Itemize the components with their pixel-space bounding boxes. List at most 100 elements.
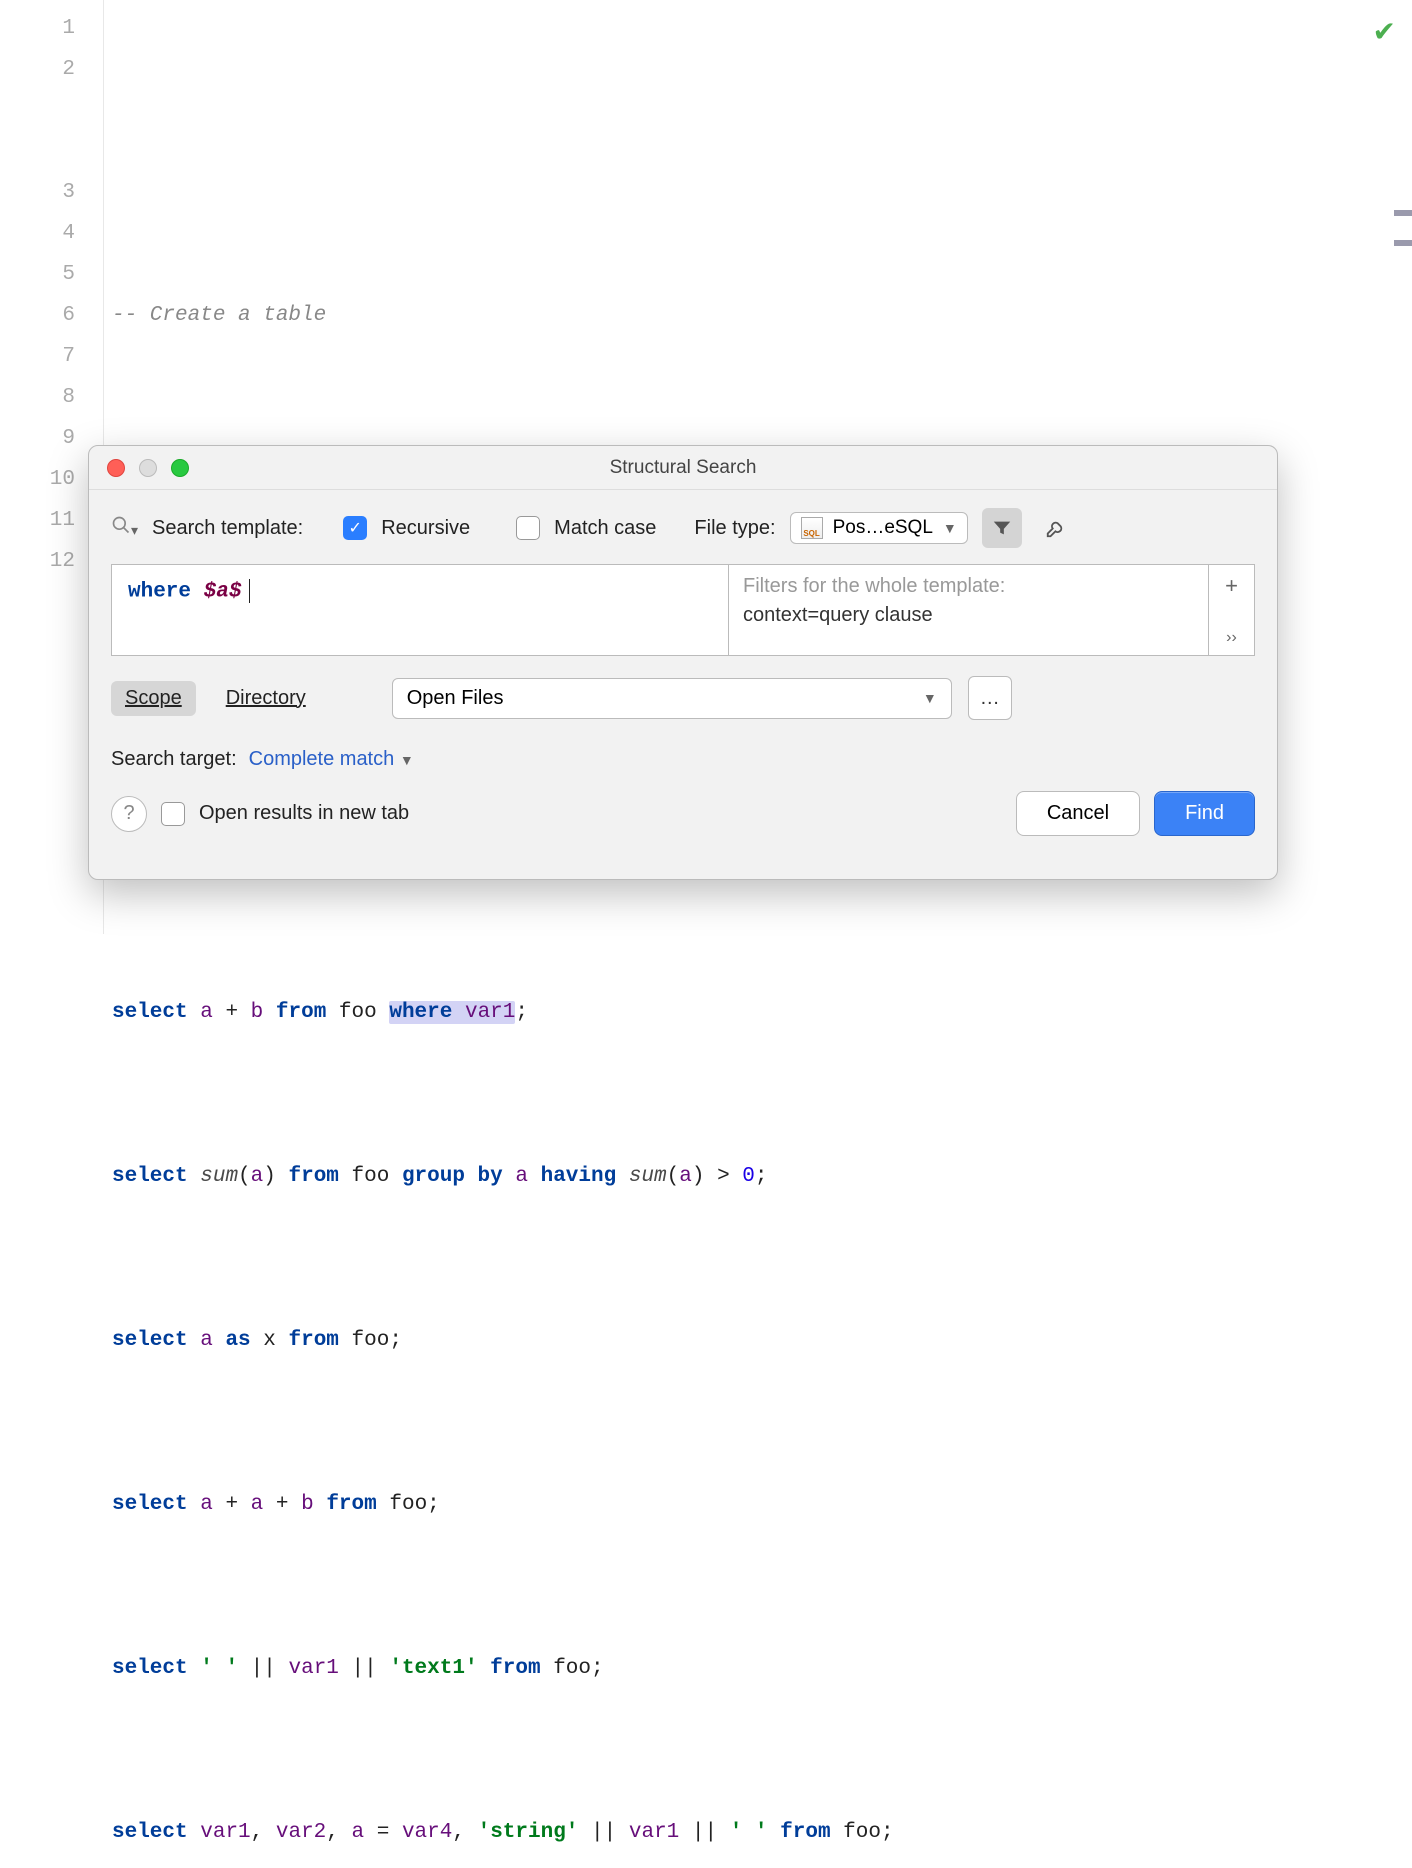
keyword: select xyxy=(112,1657,188,1680)
identifier: var1 xyxy=(465,1001,515,1024)
identifier: a xyxy=(251,1165,264,1188)
scope-dropdown[interactable]: Open Files ▼ xyxy=(392,678,952,719)
browse-button[interactable]: … xyxy=(968,676,1012,720)
keyword: from xyxy=(288,1165,338,1188)
identifier: var2 xyxy=(276,1821,326,1844)
identifier: x xyxy=(263,1329,276,1352)
file-type-label: File type: xyxy=(694,517,775,540)
file-type-dropdown[interactable]: SQL Pos…eSQL ▼ xyxy=(790,512,968,544)
cancel-button[interactable]: Cancel xyxy=(1016,791,1140,836)
keyword: select xyxy=(112,1001,188,1024)
recursive-label: Recursive xyxy=(381,517,470,540)
line-number xyxy=(0,90,103,172)
line-number: 5 xyxy=(0,254,103,295)
close-icon[interactable] xyxy=(107,459,125,477)
code-line[interactable]: select sum(a) from foo group by a having… xyxy=(112,1156,1404,1197)
code-line[interactable]: select a + b from foo where var1; xyxy=(112,992,1404,1033)
scope-tab[interactable]: Scope xyxy=(111,681,196,716)
identifier: foo xyxy=(843,1821,881,1844)
match-case-checkbox[interactable] xyxy=(516,516,540,540)
filter-value: context=query clause xyxy=(743,604,1194,627)
identifier: a xyxy=(352,1821,365,1844)
filter-panel[interactable]: Filters for the whole template: context=… xyxy=(729,564,1209,656)
identifier: var1 xyxy=(288,1657,338,1680)
code-line[interactable]: -- Create a table xyxy=(112,295,1404,336)
template-variable: $a$ xyxy=(204,581,242,604)
search-marker[interactable] xyxy=(1394,210,1412,216)
filter-side-buttons: + ›› xyxy=(1209,564,1255,656)
match-case-label: Match case xyxy=(554,517,656,540)
search-template-label: Search template: xyxy=(152,517,303,540)
number: 0 xyxy=(742,1165,755,1188)
template-input[interactable]: where $a$ xyxy=(111,564,729,656)
string: ' ' xyxy=(200,1657,238,1680)
new-tab-checkbox[interactable] xyxy=(161,802,185,826)
minimize-icon[interactable] xyxy=(139,459,157,477)
identifier: foo xyxy=(339,1001,377,1024)
keyword: from xyxy=(326,1493,376,1516)
keyword: from xyxy=(276,1001,326,1024)
identifier: foo xyxy=(352,1165,390,1188)
recursive-checkbox[interactable]: ✓ xyxy=(343,516,367,540)
expand-filter-button[interactable]: ›› xyxy=(1226,629,1237,647)
identifier: foo xyxy=(352,1329,390,1352)
chevron-down-icon: ▼ xyxy=(943,520,957,536)
string: 'text1' xyxy=(389,1657,477,1680)
keyword: select xyxy=(112,1821,188,1844)
line-number: 6 xyxy=(0,295,103,336)
tools-button[interactable] xyxy=(1036,508,1076,548)
filter-button[interactable] xyxy=(982,508,1022,548)
search-icon: ▾ xyxy=(111,515,138,541)
function: sum xyxy=(629,1165,667,1188)
string: 'string' xyxy=(478,1821,579,1844)
help-button[interactable]: ? xyxy=(111,796,147,832)
search-marker[interactable] xyxy=(1394,240,1412,246)
identifier: a xyxy=(251,1493,264,1516)
keyword: from xyxy=(289,1329,339,1352)
identifier: b xyxy=(301,1493,314,1516)
text-cursor xyxy=(249,579,250,603)
identifier: a xyxy=(515,1165,528,1188)
code-line[interactable]: select ' ' || var1 || 'text1' from foo; xyxy=(112,1648,1404,1689)
window-controls xyxy=(107,459,189,477)
line-number: 1 xyxy=(0,8,103,49)
keyword: having xyxy=(541,1165,617,1188)
identifier: a xyxy=(200,1493,213,1516)
filter-placeholder: Filters for the whole template: xyxy=(743,575,1194,598)
keyword: as xyxy=(225,1329,250,1352)
keyword: where xyxy=(128,581,191,604)
identifier: a xyxy=(679,1165,692,1188)
add-filter-button[interactable]: + xyxy=(1225,573,1238,599)
identifier: var4 xyxy=(402,1821,452,1844)
sql-file-icon: SQL xyxy=(801,517,823,539)
file-type-value: Pos…eSQL xyxy=(833,517,933,539)
keyword: where xyxy=(389,1001,452,1024)
line-number: 3 xyxy=(0,172,103,213)
line-number: 4 xyxy=(0,213,103,254)
dialog-title: Structural Search xyxy=(89,457,1277,479)
maximize-icon[interactable] xyxy=(171,459,189,477)
keyword: from xyxy=(490,1657,540,1680)
identifier: var1 xyxy=(200,1821,250,1844)
search-target-dropdown[interactable]: Complete match ▼ xyxy=(249,748,414,771)
code-line[interactable]: select var1, var2, a = var4, 'string' ||… xyxy=(112,1812,1404,1853)
keyword: from xyxy=(780,1821,830,1844)
code-line[interactable]: select a + a + b from foo; xyxy=(112,1484,1404,1525)
directory-tab[interactable]: Directory xyxy=(212,681,320,716)
titlebar[interactable]: Structural Search xyxy=(89,446,1277,490)
code-line[interactable]: select a as x from foo; xyxy=(112,1320,1404,1361)
identifier: a xyxy=(200,1329,213,1352)
identifier: a xyxy=(200,1001,213,1024)
string: ' ' xyxy=(730,1821,768,1844)
identifier: foo xyxy=(553,1657,591,1680)
new-tab-label: Open results in new tab xyxy=(199,802,409,825)
scope-value: Open Files xyxy=(407,687,504,710)
search-target-label: Search target: xyxy=(111,748,237,771)
line-number: 8 xyxy=(0,377,103,418)
chevron-down-icon: ▼ xyxy=(923,690,937,706)
line-number: 7 xyxy=(0,336,103,377)
comment: -- Create a table xyxy=(112,304,326,327)
find-button[interactable]: Find xyxy=(1154,791,1255,836)
chevron-down-icon: ▼ xyxy=(400,752,414,768)
keyword: group by xyxy=(402,1165,503,1188)
